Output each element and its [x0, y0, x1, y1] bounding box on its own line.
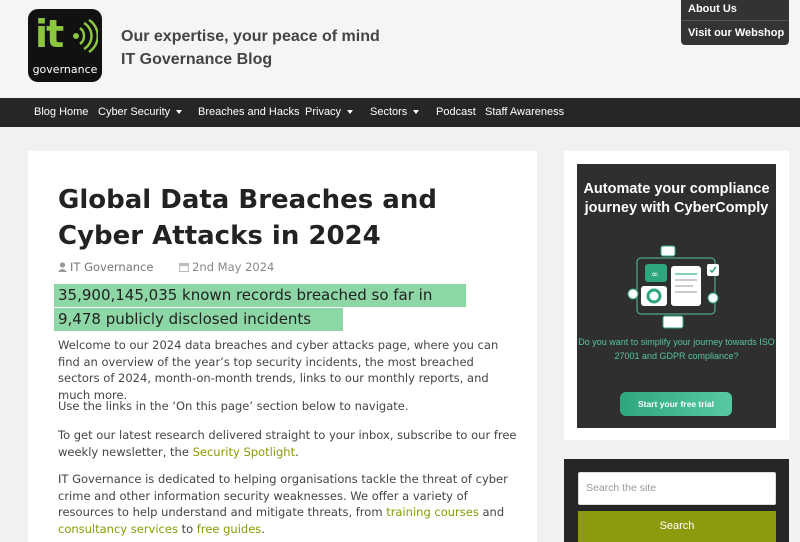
user-icon	[58, 262, 67, 272]
security-spotlight-link[interactable]: Security Spotlight	[193, 445, 296, 459]
nav-item-privacy[interactable]: Privacy	[305, 98, 354, 127]
nav-label: Blog Home	[34, 106, 89, 118]
top-links: About Us Visit our Webshop	[681, 0, 789, 45]
paragraph-text: and	[478, 505, 505, 519]
logo-governance-text: governance	[32, 63, 98, 76]
training-courses-link[interactable]: training courses	[386, 505, 479, 519]
paragraph-text: .	[261, 521, 265, 536]
paragraph-text: to	[177, 521, 197, 536]
caret-down-icon	[413, 110, 420, 115]
divider	[681, 20, 789, 21]
search-widget: Search the site Search	[564, 459, 789, 542]
signal-arcs-icon	[73, 19, 98, 53]
sidebar-ad-card: Automate your compliance journey with Cy…	[564, 151, 789, 440]
nav-label: Staff Awareness	[485, 106, 565, 118]
incidents-stat: 9,478 publicly disclosed incidents	[58, 310, 312, 328]
about-us-link[interactable]: About Us	[681, 3, 737, 15]
article-title: Global Data Breaches and Cyber Attacks i…	[58, 185, 437, 251]
navigation-paragraph: Use the links in the ‘On this page’ sect…	[58, 399, 409, 413]
paragraph-text: .	[295, 444, 299, 459]
caret-down-icon	[347, 110, 354, 115]
main-nav: Blog Home Cyber Security Breaches and Ha…	[0, 98, 800, 127]
nav-item-staff-awareness[interactable]: Staff Awareness	[485, 98, 564, 127]
intro-paragraph: Welcome to our 2024 data breaches and cy…	[58, 338, 499, 402]
nav-label: Podcast	[436, 106, 476, 118]
site-tagline: Our expertise, your peace of mind IT Gov…	[121, 25, 380, 71]
nav-item-blog-home[interactable]: Blog Home	[34, 98, 88, 127]
about-paragraph: IT Governance is dedicated to helping or…	[58, 471, 518, 537]
caret-down-icon	[176, 110, 183, 115]
records-breached-stat: 35,900,145,035 known records breached so…	[58, 286, 433, 304]
nav-item-sectors[interactable]: Sectors	[370, 98, 420, 127]
calendar-icon	[179, 263, 190, 272]
svg-text:∞: ∞	[651, 270, 659, 280]
logo-it-text: it	[35, 12, 64, 56]
article-date: 2nd May 2024	[192, 260, 275, 274]
compliance-dashboard-illustration: ∞	[627, 245, 719, 329]
cybercomply-ad[interactable]: Automate your compliance journey with Cy…	[577, 164, 776, 428]
tagline-line: Our expertise, your peace of mind	[121, 28, 380, 45]
start-free-trial-button[interactable]: Start your free trial	[620, 392, 732, 416]
blog-name: IT Governance Blog	[121, 51, 273, 68]
nav-label: Cyber Security	[98, 106, 171, 118]
article-meta: IT Governance 2nd May 2024	[58, 260, 274, 274]
nav-item-cyber-security[interactable]: Cyber Security	[98, 98, 183, 127]
nav-label: Breaches and Hacks	[198, 106, 300, 118]
nav-item-podcast[interactable]: Podcast	[436, 98, 476, 127]
article-author[interactable]: IT Governance	[70, 260, 153, 274]
newsletter-paragraph: To get our latest research delivered str…	[58, 427, 518, 460]
ad-copy: Do you want to simplify your journey tow…	[578, 337, 775, 361]
nav-label: Sectors	[370, 106, 408, 118]
nav-item-breaches-and-hacks[interactable]: Breaches and Hacks	[198, 98, 300, 127]
ad-headline: Automate your compliance journey with Cy…	[583, 181, 770, 216]
webshop-link[interactable]: Visit our Webshop	[681, 27, 784, 39]
it-governance-logo[interactable]: it governance	[28, 9, 102, 82]
site-header: it governance Our expertise, your peace …	[0, 0, 800, 98]
search-button[interactable]: Search	[578, 511, 776, 542]
consultancy-services-link[interactable]: consultancy services	[58, 522, 178, 536]
free-guides-link[interactable]: free guides	[197, 522, 261, 536]
search-input[interactable]: Search the site	[578, 472, 776, 505]
article-card: Global Data Breaches and Cyber Attacks i…	[28, 151, 537, 542]
nav-label: Privacy	[305, 106, 342, 118]
